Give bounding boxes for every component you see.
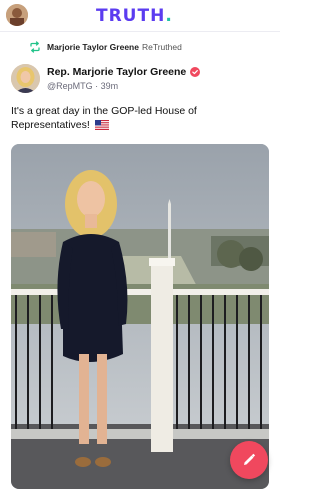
author-name-row[interactable]: Rep. Marjorie Taylor Greene [47,66,201,78]
top-bar: TRUTH. [0,0,280,32]
retruth-action: ReTruthed [141,42,182,52]
retruth-line: Marjorie Taylor Greene ReTruthed [29,40,182,54]
post-time[interactable]: 39m [101,81,119,91]
meta-separator: · [92,81,101,91]
profile-avatar[interactable] [6,4,28,26]
retruth-user[interactable]: Marjorie Taylor Greene [47,42,139,52]
retruth-icon [30,41,40,53]
author-avatar[interactable] [11,64,40,93]
author-handle[interactable]: @RepMTG [47,81,93,91]
author-name[interactable]: Rep. Marjorie Taylor Greene [47,66,186,78]
us-flag-icon [94,120,109,130]
verified-badge-icon [190,67,201,77]
logo-text: TRUTH [96,6,166,26]
compose-pencil-icon [244,453,256,465]
post-author: Rep. Marjorie Taylor Greene @RepMTG · 39… [11,64,271,96]
post-image[interactable] [11,144,269,489]
truth-logo[interactable]: TRUTH. [96,6,173,26]
compose-button[interactable] [230,441,268,479]
logo-dot: . [165,6,173,26]
post-text: It's a great day in the GOP-led House of… [11,104,269,132]
post-meta: @RepMTG · 39m [47,81,118,91]
